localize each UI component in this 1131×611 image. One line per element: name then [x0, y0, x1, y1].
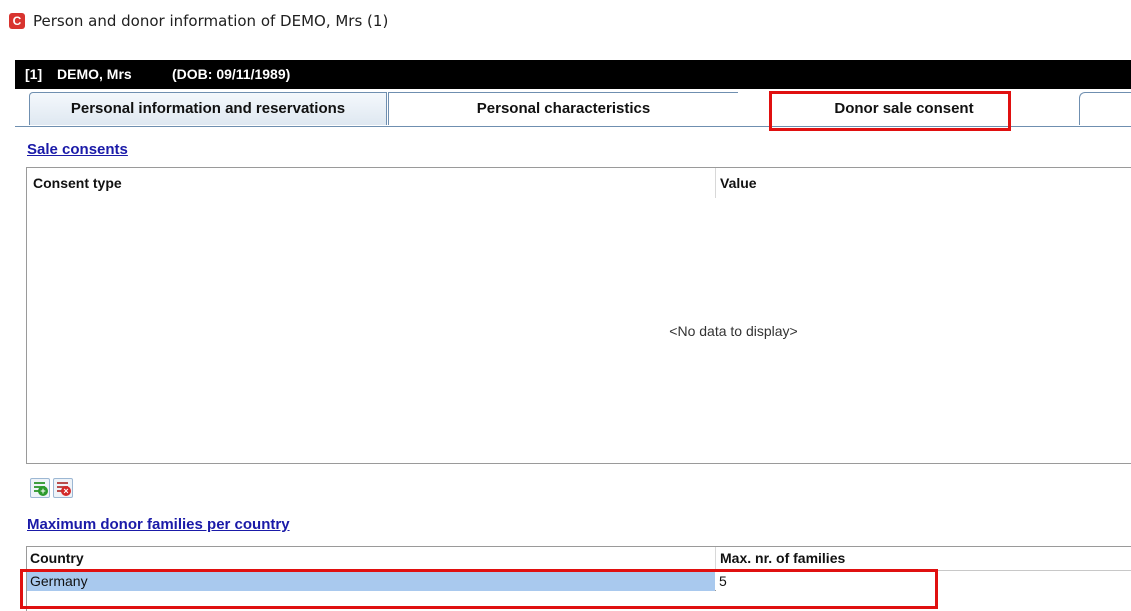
highlight-box-row	[20, 569, 938, 609]
tab-personal-characteristics[interactable]: Personal characteristics	[388, 92, 738, 125]
window-titlebar: C Person and donor information of DEMO, …	[0, 0, 1131, 52]
column-max-families[interactable]: Max. nr. of families	[720, 550, 845, 566]
person-id: [1]	[25, 66, 43, 82]
no-data-message: <No data to display>	[27, 323, 1131, 339]
person-header: [1] DEMO, Mrs (DOB: 09/11/1989)	[15, 60, 1131, 89]
person-name: DEMO, Mrs	[57, 66, 132, 82]
grid-header: Country Max. nr. of families	[27, 547, 1131, 570]
tab-personal-information[interactable]: Personal information and reservations	[29, 92, 387, 125]
tab-personal-characteristics-label: Personal characteristics	[476, 100, 651, 117]
column-country[interactable]: Country	[30, 550, 84, 566]
column-value[interactable]: Value	[720, 175, 757, 191]
app-logo-icon: C	[9, 13, 25, 29]
person-dob: (DOB: 09/11/1989)	[172, 66, 291, 82]
sale-consents-grid[interactable]: Consent type Value <No data to display>	[26, 167, 1131, 464]
window-title: Person and donor information of DEMO, Mr…	[33, 12, 389, 30]
add-row-button[interactable]: +	[30, 478, 50, 498]
delete-row-button[interactable]: ×	[53, 478, 73, 498]
column-separator[interactable]	[715, 547, 716, 570]
max-families-title[interactable]: Maximum donor families per country	[27, 516, 290, 533]
no-data-text: <No data to display>	[669, 323, 798, 339]
grid-header: Consent type Value	[27, 168, 1131, 198]
add-icon: +	[38, 486, 48, 496]
column-separator[interactable]	[715, 168, 716, 198]
sale-consents-title[interactable]: Sale consents	[27, 141, 128, 158]
delete-icon: ×	[61, 486, 71, 496]
column-consent-type[interactable]: Consent type	[33, 175, 122, 191]
highlight-box-tab	[769, 91, 1011, 131]
tab-more[interactable]	[1079, 92, 1131, 125]
